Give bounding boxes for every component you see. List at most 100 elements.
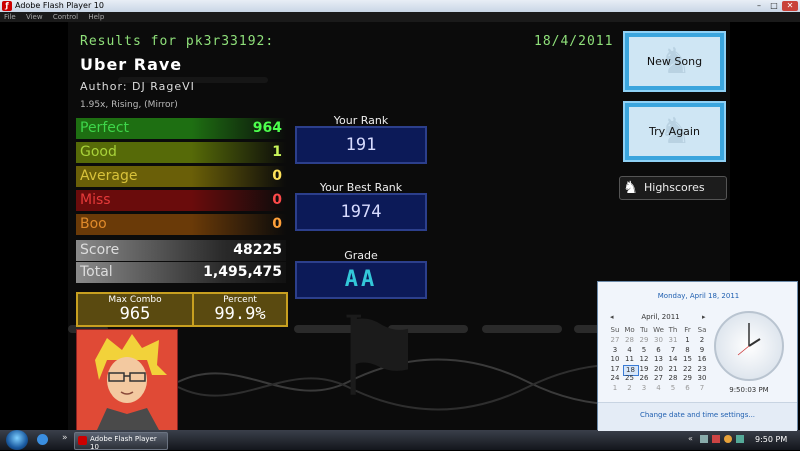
judgement-row-boo: Boo 0: [76, 214, 286, 235]
taskbar: » Adobe Flash Player 10 « 9:50 PM: [0, 430, 800, 451]
calendar-day[interactable]: 6: [652, 346, 666, 355]
song-modifiers: 1.95x, Rising, (Mirror): [80, 100, 178, 110]
song-title: Uber Rave: [80, 55, 183, 74]
judgement-label: Perfect: [80, 120, 130, 136]
tray-info-icon[interactable]: [724, 435, 732, 443]
calendar-day[interactable]: 1: [681, 336, 695, 345]
bg-dash: [482, 325, 562, 333]
tray-volume-icon[interactable]: [736, 435, 744, 443]
your-rank-value: 191: [295, 126, 427, 164]
taskbar-app-button[interactable]: Adobe Flash Player 10: [74, 432, 168, 451]
menu-control[interactable]: Control: [53, 13, 78, 21]
clock-time: 9:50:03 PM: [729, 386, 769, 394]
calendar-day[interactable]: 11: [623, 355, 637, 364]
weekday-header: Fr: [684, 326, 691, 334]
calendar-day[interactable]: 27: [652, 374, 666, 383]
new-song-button[interactable]: ♞ New Song: [623, 31, 726, 92]
calendar-day[interactable]: 31: [666, 336, 680, 345]
flash-app-icon: ƒ: [2, 1, 12, 11]
combo-percent-panel: Max Combo 965 Percent 99.9%: [76, 292, 288, 327]
quick-launch-expand-icon[interactable]: »: [62, 433, 68, 443]
judgement-row-perfect: Perfect 964: [76, 118, 286, 139]
calendar-day[interactable]: 7: [666, 346, 680, 355]
quick-launch-ie-icon[interactable]: [37, 434, 48, 445]
calendar-day[interactable]: 4: [652, 384, 666, 393]
calendar-day[interactable]: 25: [623, 374, 637, 383]
start-orb-button[interactable]: [6, 430, 28, 450]
calendar-day[interactable]: 30: [652, 336, 666, 345]
calendar-day[interactable]: 20: [652, 365, 666, 374]
judgement-row-miss: Miss 0: [76, 190, 286, 211]
calendar-day[interactable]: 12: [637, 355, 651, 364]
menu-file[interactable]: File: [4, 13, 16, 21]
calendar-month[interactable]: April, 2011: [623, 313, 698, 321]
calendar-day[interactable]: 13: [652, 355, 666, 364]
calendar-day[interactable]: 24: [608, 374, 622, 383]
calendar-day[interactable]: 28: [666, 374, 680, 383]
calendar-footer: Change date and time settings...: [598, 402, 797, 431]
highscores-button[interactable]: ♞ Highscores: [619, 176, 727, 200]
calendar-day[interactable]: 14: [666, 355, 680, 364]
calendar-day[interactable]: 9: [695, 346, 709, 355]
calendar-day[interactable]: 15: [681, 355, 695, 364]
calendar-day[interactable]: 3: [608, 346, 622, 355]
calendar-day[interactable]: 4: [623, 346, 637, 355]
avatar: [76, 329, 178, 430]
calendar-day[interactable]: 30: [695, 374, 709, 383]
try-again-label: Try Again: [649, 125, 700, 138]
results-date: 18/4/2011: [534, 34, 614, 49]
highscores-label: Highscores: [644, 181, 705, 194]
tray-chevron-icon[interactable]: «: [688, 434, 693, 443]
judgement-row-good: Good 1: [76, 142, 286, 163]
calendar-day[interactable]: 29: [637, 336, 651, 345]
calendar-day[interactable]: 7: [695, 384, 709, 393]
calendar-day[interactable]: 2: [623, 384, 637, 393]
calendar-day[interactable]: 1: [608, 384, 622, 393]
calendar-day[interactable]: 6: [681, 384, 695, 393]
grade-value: AA: [295, 261, 427, 299]
calendar-day[interactable]: 26: [637, 374, 651, 383]
calendar-day[interactable]: 8: [681, 346, 695, 355]
calendar-day[interactable]: 29: [681, 374, 695, 383]
change-date-time-link[interactable]: Change date and time settings...: [598, 411, 797, 419]
calendar-day[interactable]: 16: [695, 355, 709, 364]
song-author: Author: DJ RageVI: [80, 80, 195, 93]
judgement-label: Boo: [80, 216, 107, 232]
taskbar-clock[interactable]: 9:50 PM: [755, 435, 787, 444]
percent-box: Percent 99.9%: [194, 294, 286, 325]
weekday-header: Sa: [697, 326, 707, 334]
menu-view[interactable]: View: [26, 13, 43, 21]
previous-month-button[interactable]: ◂: [610, 313, 614, 321]
judgement-label: Good: [80, 144, 117, 160]
try-again-button[interactable]: ♞ Try Again: [623, 101, 726, 162]
clock-hands: [737, 323, 761, 356]
calendar-day[interactable]: 17: [608, 365, 622, 374]
close-button[interactable]: ✕: [782, 1, 798, 11]
calendar-day[interactable]: 23: [695, 365, 709, 374]
calendar-day[interactable]: 28: [623, 336, 637, 345]
calendar-day[interactable]: 3: [637, 384, 651, 393]
calendar-day[interactable]: 10: [608, 355, 622, 364]
score-label: Score: [80, 242, 120, 258]
calendar-day[interactable]: 5: [637, 346, 651, 355]
next-month-button[interactable]: ▸: [702, 313, 706, 321]
figure-icon: ♞: [623, 178, 639, 198]
maximize-button[interactable]: □: [767, 1, 781, 11]
tray-shield-icon[interactable]: [712, 435, 720, 443]
calendar-long-date[interactable]: Monday, April 18, 2011: [598, 292, 799, 300]
menu-help[interactable]: Help: [88, 13, 104, 21]
calendar-day[interactable]: 22: [681, 365, 695, 374]
calendar-day[interactable]: 19: [637, 365, 651, 374]
judgement-value: 964: [252, 120, 282, 136]
max-combo-box: Max Combo 965: [78, 294, 194, 325]
tray-network-icon[interactable]: [700, 435, 708, 443]
judgement-label: Average: [80, 168, 138, 184]
total-row: Total 1,495,475: [76, 262, 286, 283]
minimize-button[interactable]: –: [752, 1, 766, 11]
calendar-day[interactable]: 27: [608, 336, 622, 345]
judgement-label: Miss: [80, 192, 111, 208]
calendar-day[interactable]: 2: [695, 336, 709, 345]
calendar-day[interactable]: 5: [666, 384, 680, 393]
results-header: Results for pk3r33192:: [80, 34, 275, 49]
calendar-day[interactable]: 21: [666, 365, 680, 374]
